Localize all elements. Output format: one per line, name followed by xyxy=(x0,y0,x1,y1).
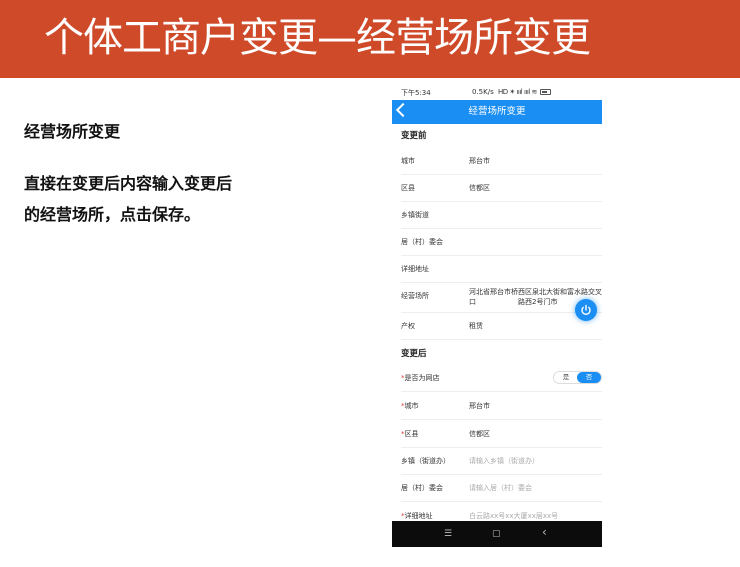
screen-title: 经营场所变更 xyxy=(468,106,526,117)
before-row-premises: 经营场所 河北省邢台市桥西区泉北大街和富水路交叉口 路西2号门市 xyxy=(401,283,602,313)
before-row-property: 产权 租赁 xyxy=(401,313,602,340)
section-heading: 经营场所变更 xyxy=(24,122,121,141)
before-row-city: 城市 邢台市 xyxy=(401,148,602,175)
row-label: *城市 xyxy=(401,402,419,410)
row-label: 经营场所 xyxy=(401,292,429,300)
after-row-village[interactable]: 居（村）委会 请输入居（村）委会 xyxy=(401,475,602,502)
row-label: *是否为网店 xyxy=(401,374,440,382)
after-row-online-store: *是否为网店 是 否 xyxy=(401,365,602,392)
nav-back-icon[interactable]: ‹ xyxy=(542,526,547,538)
app-titlebar: 经营场所变更 xyxy=(392,100,602,124)
before-heading: 变更前 xyxy=(401,131,427,141)
row-value: 信都区 xyxy=(469,184,490,192)
power-icon[interactable] xyxy=(575,299,597,321)
after-heading: 变更后 xyxy=(401,349,427,359)
row-label: 详细地址 xyxy=(401,265,429,273)
row-label: 产权 xyxy=(401,322,415,330)
system-navbar: ☰ ▢ ‹ xyxy=(392,521,602,547)
toggle-no[interactable]: 否 xyxy=(577,372,601,383)
online-store-toggle[interactable]: 是 否 xyxy=(553,371,602,384)
toggle-yes[interactable]: 是 xyxy=(554,372,578,383)
menu-icon[interactable]: ☰ xyxy=(444,528,452,540)
village-input[interactable]: 请输入居（村）委会 xyxy=(469,483,532,493)
signal-icon: HD ✶ ıııl ıııl ≋ xyxy=(498,88,537,96)
row-label: 居（村）委会 xyxy=(401,238,443,246)
instruction-line-1: 直接在变更后内容输入变更后 xyxy=(24,174,233,193)
before-row-town: 乡镇街道 xyxy=(401,202,602,229)
before-row-district: 区县 信都区 xyxy=(401,175,602,202)
after-row-district[interactable]: *区县 信都区 xyxy=(401,421,602,448)
title-banner: 个体工商户变更—经营场所变更 xyxy=(0,0,740,78)
page-title: 个体工商户变更—经营场所变更 xyxy=(44,15,591,61)
status-network-speed: 0.5K/s xyxy=(472,88,494,96)
district-select[interactable]: 信都区 xyxy=(469,429,490,439)
home-icon[interactable]: ▢ xyxy=(492,528,501,540)
town-input[interactable]: 请输入乡镇（街道办） xyxy=(469,456,539,466)
status-bar: 下午5:34 0.5K/s HD ✶ ıııl ıııl ≋ xyxy=(392,85,602,100)
row-label: 城市 xyxy=(401,157,415,165)
phone-screenshot: 下午5:34 0.5K/s HD ✶ ıııl ıııl ≋ 经营场所变更 变更… xyxy=(392,85,602,547)
instruction-line-2: 的经营场所，点击保存。 xyxy=(24,205,201,224)
city-select[interactable]: 邢台市 xyxy=(469,401,490,411)
before-row-village: 居（村）委会 xyxy=(401,229,602,256)
row-value: 邢台市 xyxy=(469,157,490,165)
row-label: *区县 xyxy=(401,430,419,438)
before-row-address: 详细地址 xyxy=(401,256,602,283)
row-label: 区县 xyxy=(401,184,415,192)
row-label: 居（村）委会 xyxy=(401,484,443,492)
row-label: 乡镇街道 xyxy=(401,211,429,219)
after-row-city[interactable]: *城市 邢台市 xyxy=(401,393,602,420)
row-label: 乡镇（街道办） xyxy=(401,457,450,465)
row-value: 租赁 xyxy=(469,322,483,330)
instruction-text: 直接在变更后内容输入变更后 的经营场所，点击保存。 xyxy=(24,168,284,230)
battery-icon xyxy=(540,89,551,95)
row-label: *详细地址 xyxy=(401,512,433,520)
status-time: 下午5:34 xyxy=(401,89,431,97)
after-row-town[interactable]: 乡镇（街道办） 请输入乡镇（街道办） xyxy=(401,448,602,475)
address-input[interactable]: 白云路xx号xx大厦xx层xx号 xyxy=(469,511,558,521)
